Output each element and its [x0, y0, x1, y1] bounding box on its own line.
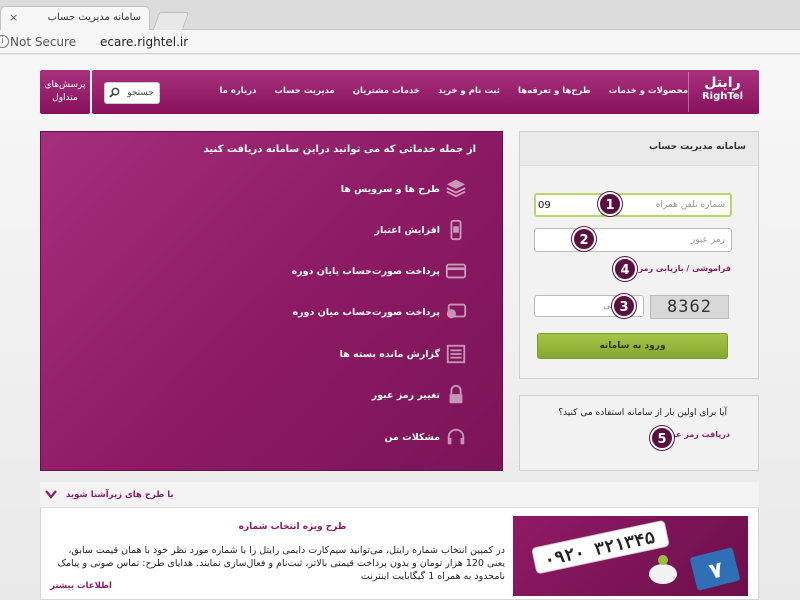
- credit-card-icon: [445, 263, 467, 279]
- promo-more-link[interactable]: اطلاعات بیشتر: [50, 581, 112, 591]
- feature-my-problems[interactable]: مشکلات من: [384, 432, 440, 443]
- rightel-logo[interactable]: رایتل RighTel: [688, 72, 756, 112]
- captcha-image[interactable]: 8362: [650, 295, 729, 319]
- menu-item-products[interactable]: محصولات و خدمات: [609, 86, 688, 96]
- promo-item-title[interactable]: طرح ویژه انتخاب شماره: [180, 522, 405, 532]
- step-badge-4: 4: [613, 257, 637, 281]
- faq-label-line2: متداول: [52, 93, 78, 103]
- feature-plans-services[interactable]: طرح ها و سرویس ها: [341, 184, 440, 195]
- close-tab-icon[interactable]: ×: [9, 11, 18, 24]
- promo-section-title: با طرح های زیرآشنا شوید: [66, 490, 174, 500]
- feature-credit-topup[interactable]: افزایش اعتبار: [375, 225, 440, 236]
- lock-icon: [449, 384, 463, 404]
- promo-item-body: در کمپین انتخاب شماره رایتل، می‌توانید س…: [57, 545, 505, 582]
- first-time-question: آیا برای اولین بار از سامانه استفاده می …: [558, 408, 727, 418]
- address-bar[interactable]: i Not Secure ecare.rightel.ir: [0, 30, 800, 54]
- search-input[interactable]: جستجو: [104, 82, 160, 104]
- phone-value: 09: [538, 200, 551, 211]
- step-badge-5: 5: [650, 426, 674, 450]
- logo-text-en: RighTel: [701, 91, 744, 102]
- phone-card-icon: [450, 219, 462, 241]
- chevron-down-icon[interactable]: [45, 489, 57, 499]
- step-badge-1: 1: [598, 192, 622, 216]
- feature-package-balance[interactable]: گزارش مانده بسته ها: [340, 349, 440, 360]
- step-badge-3: 3: [612, 294, 636, 318]
- layers-icon: [446, 179, 466, 198]
- number-plate-graphic: ۰۹۲۰ ۳۲۱۳۴۵ ۷: [532, 520, 740, 591]
- search-placeholder: جستجو: [127, 88, 154, 98]
- login-submit-button[interactable]: ورود به سامانه: [537, 333, 728, 359]
- step-badge-2: 2: [572, 227, 596, 251]
- menu-item-account-management[interactable]: مدیریت حساب: [274, 86, 334, 96]
- menu-item-register-buy[interactable]: ثبت نام و خرید: [438, 86, 500, 96]
- phone-placeholder: شماره تلفن همراه: [655, 200, 725, 210]
- menu-item-customer-services[interactable]: خدمات مشتریان: [353, 86, 420, 96]
- credit-card-coin-icon: [446, 303, 467, 319]
- menu-item-plans[interactable]: طرح‌ها و تعرفه‌ها: [518, 86, 591, 96]
- feature-pay-final-bill[interactable]: پرداخت صورت‌حساب پایان دوره: [292, 266, 440, 277]
- faq-button[interactable]: پرسش‌های متداول: [40, 70, 90, 114]
- login-title: سامانه مدیریت حساب: [520, 132, 758, 166]
- browser-tab-title: سامانه مدیریت حساب: [47, 12, 141, 23]
- faq-label-line1: پرسش‌های: [44, 80, 86, 90]
- feature-pay-mid-bill[interactable]: پرداخت صورت‌حساب میان دوره: [292, 307, 440, 318]
- headset-icon: [447, 428, 465, 445]
- menu-item-about[interactable]: درباره ما: [219, 86, 256, 96]
- info-icon[interactable]: i: [0, 35, 9, 48]
- browser-tab[interactable]: سامانه مدیریت حساب ×: [0, 6, 150, 31]
- logo-text-fa: رایتل: [704, 75, 741, 91]
- main-menu: محصولات و خدمات طرح‌ها و تعرفه‌ها ثبت نا…: [219, 86, 688, 96]
- features-title: از جمله خدماتی که می توانید دراین سامانه…: [203, 144, 476, 155]
- features-panel: از جمله خدماتی که می توانید دراین سامانه…: [40, 131, 503, 471]
- report-icon: [446, 344, 466, 364]
- url-text[interactable]: ecare.rightel.ir: [100, 35, 188, 49]
- feature-change-password[interactable]: تغییر رمز عبور: [372, 390, 440, 401]
- search-icon[interactable]: [109, 87, 120, 98]
- security-status[interactable]: Not Secure: [10, 35, 76, 49]
